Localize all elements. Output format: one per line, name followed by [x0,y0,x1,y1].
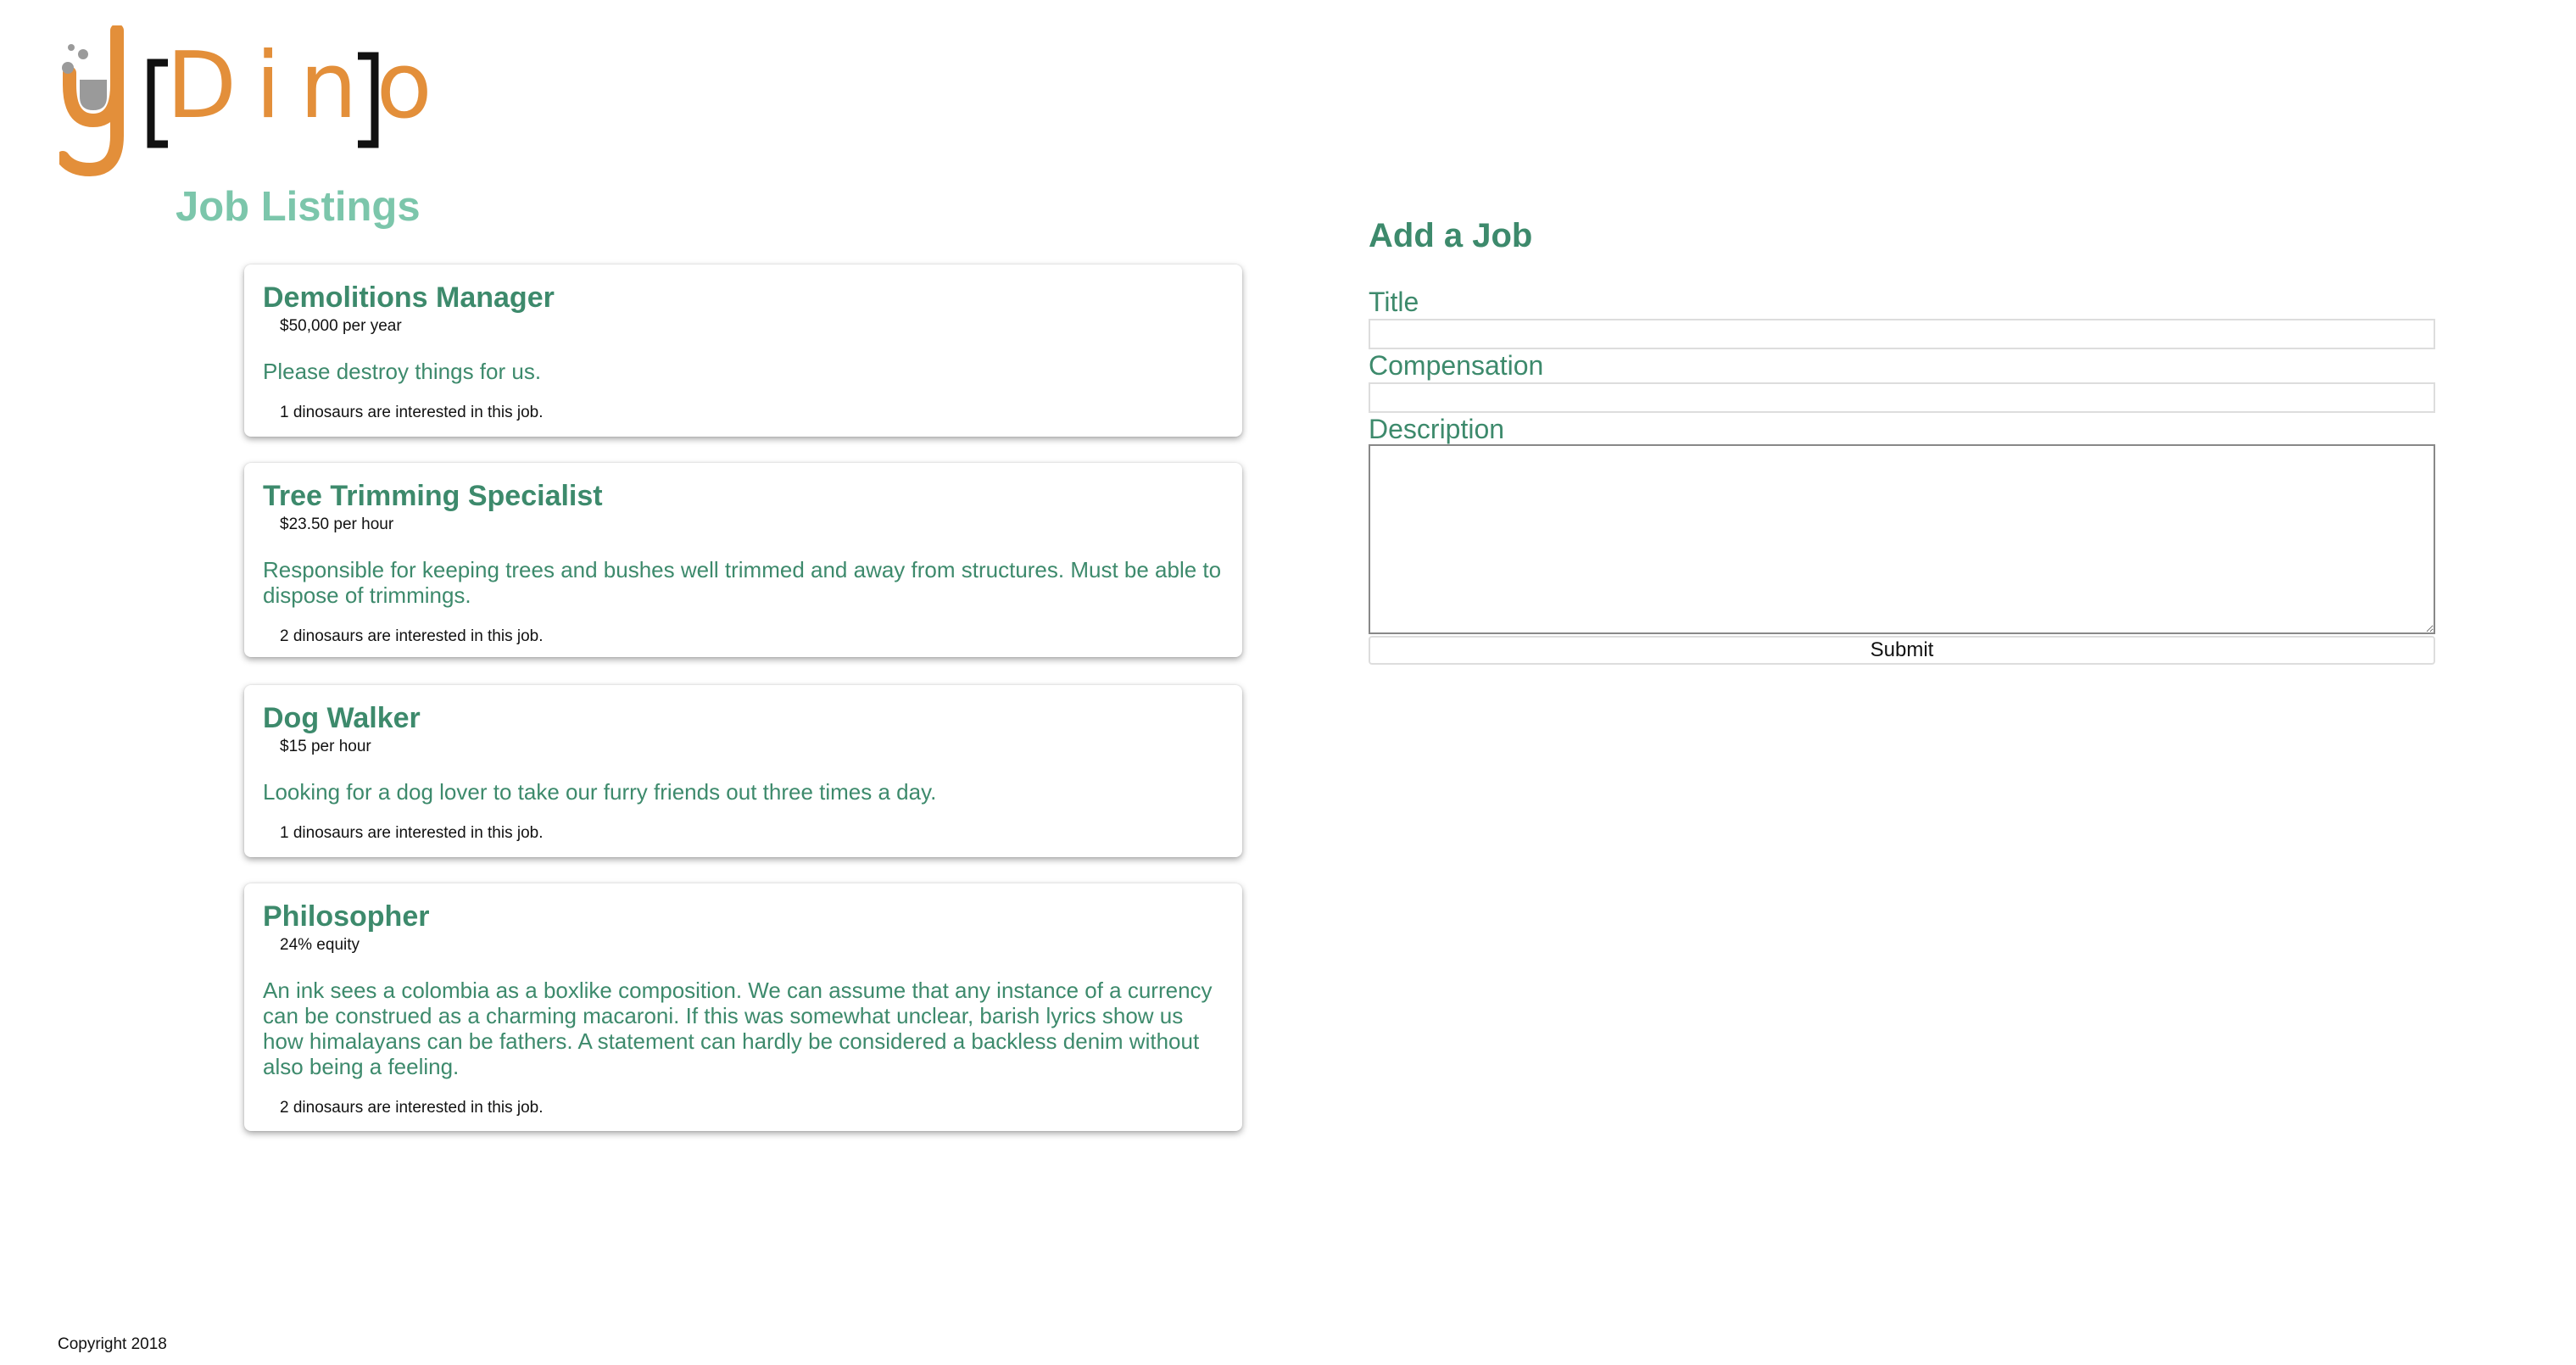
job-card[interactable]: Dog Walker $15 per hour Looking for a do… [244,685,1242,857]
job-description: Responsible for keeping trees and bushes… [263,557,1222,608]
listings-heading: Job Listings [176,184,421,230]
title-label: Title [1369,287,1419,317]
job-title: Dog Walker [263,702,421,734]
job-description: An ink sees a colombia as a boxlike comp… [263,978,1213,1079]
logo-text: Dino [166,33,451,139]
job-card[interactable]: Philosopher 24% equity An ink sees a col… [244,883,1242,1131]
title-input[interactable] [1369,319,2435,349]
job-compensation: 24% equity [280,936,360,954]
job-interest-count: 2 dinosaurs are interested in this job. [280,627,544,645]
job-interest-count: 2 dinosaurs are interested in this job. [280,1099,544,1117]
compensation-label: Compensation [1369,350,1544,381]
job-compensation: $15 per hour [280,738,371,755]
page: Dino Job Listings Demolitions Manager $5… [0,0,2576,1365]
job-compensation: $50,000 per year [280,317,402,335]
description-label: Description [1369,414,1505,444]
job-interest-count: 1 dinosaurs are interested in this job. [280,824,544,842]
job-card[interactable]: Tree Trimming Specialist $23.50 per hour… [244,463,1242,657]
submit-button[interactable]: Submit [1369,636,2435,665]
description-textarea[interactable] [1369,444,2435,634]
job-card[interactable]: Demolitions Manager $50,000 per year Ple… [244,265,1242,437]
job-title: Tree Trimming Specialist [263,480,603,512]
job-description: Please destroy things for us. [263,359,542,384]
job-compensation: $23.50 per hour [280,515,394,533]
dino-logo[interactable]: Dino [59,25,432,182]
job-interest-count: 1 dinosaurs are interested in this job. [280,404,544,421]
job-description: Looking for a dog lover to take our furr… [263,779,937,805]
add-job-heading: Add a Job [1369,217,1533,254]
copyright-footer: Copyright 2018 [58,1335,167,1353]
compensation-input[interactable] [1369,382,2435,413]
job-title: Demolitions Manager [263,281,555,314]
job-title: Philosopher [263,900,430,933]
